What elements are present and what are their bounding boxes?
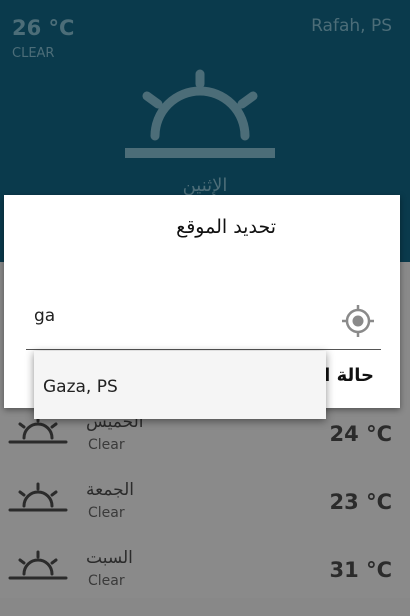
autocomplete-dropdown: Gaza, PS: [34, 351, 326, 419]
forecast-day: الجمعة: [86, 480, 135, 500]
forecast-description: Clear: [88, 573, 125, 589]
suggestion-item[interactable]: Gaza, PS: [43, 377, 118, 397]
city-name: Rafah, PS: [311, 16, 392, 36]
sun-icon: [8, 548, 68, 588]
forecast-description: Clear: [88, 437, 125, 453]
partial-label: حالة ا: [324, 365, 374, 386]
forecast-row[interactable]: الخميس Clear 24 °C: [0, 412, 410, 480]
forecast-temperature: 24 °C: [329, 422, 392, 446]
forecast-temperature: 31 °C: [329, 558, 392, 582]
forecast-temperature: 23 °C: [329, 490, 392, 514]
locate-me-icon[interactable]: [340, 303, 376, 343]
forecast-row[interactable]: الجمعة Clear 23 °C: [0, 480, 410, 548]
current-condition: CLEAR: [12, 46, 55, 61]
input-underline: [26, 349, 381, 350]
sun-icon: [125, 66, 275, 165]
dialog-title: تحديد الموقع: [176, 216, 276, 238]
current-day: الإثنين: [182, 175, 228, 196]
location-search-input[interactable]: [28, 301, 392, 331]
sun-icon: [8, 480, 68, 520]
forecast-day: السبت: [86, 548, 133, 568]
forecast-description: Clear: [88, 505, 125, 521]
forecast-row[interactable]: السبت Clear 31 °C: [0, 548, 410, 616]
current-temperature: 26 °C: [12, 16, 75, 40]
